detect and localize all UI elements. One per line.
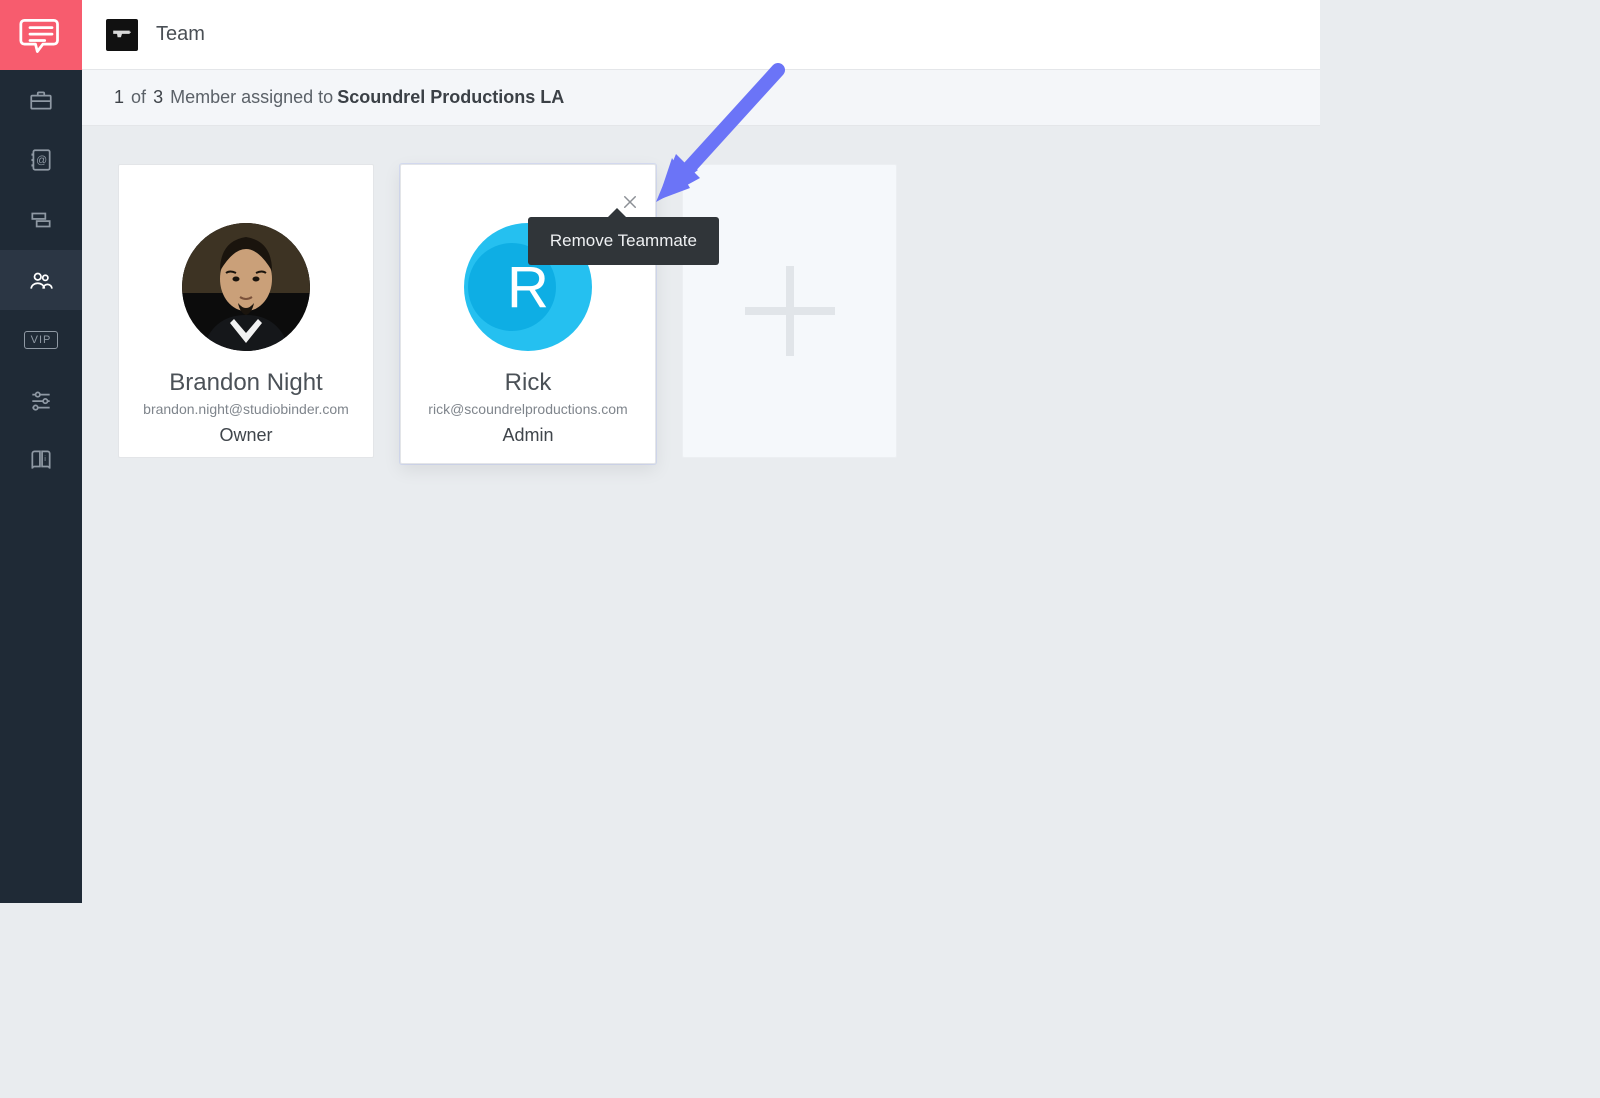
add-teammate-card[interactable] — [682, 164, 897, 458]
address-book-icon: @ — [28, 147, 54, 173]
chat-bubble-icon — [19, 13, 63, 57]
member-email: rick@scoundrelproductions.com — [428, 401, 627, 417]
avatar-photo — [182, 223, 310, 351]
member-card[interactable]: Remove Teammate R Rick rick@scoundrelpro… — [400, 164, 656, 464]
sidebar-item-templates[interactable] — [0, 190, 82, 250]
people-icon — [28, 267, 54, 293]
project-thumbnail[interactable] — [106, 19, 138, 51]
subheader: 1 of 3 Member assigned to Scoundrel Prod… — [82, 70, 1320, 126]
plus-icon — [745, 266, 835, 356]
book-icon: i — [28, 447, 54, 473]
svg-text:i: i — [44, 454, 46, 463]
svg-text:@: @ — [36, 154, 47, 166]
sidebar-item-team[interactable] — [0, 250, 82, 310]
member-email: brandon.night@studiobinder.com — [143, 401, 349, 417]
member-role: Admin — [502, 425, 553, 446]
main-content: Brandon Night brandon.night@studiobinder… — [82, 126, 1320, 903]
member-count-current: 1 — [114, 87, 124, 108]
member-card[interactable]: Brandon Night brandon.night@studiobinder… — [118, 164, 374, 458]
member-name: Rick — [505, 369, 552, 397]
remove-teammate-tooltip: Remove Teammate — [528, 217, 719, 265]
briefcase-icon — [28, 87, 54, 113]
assigned-label: Member assigned to — [170, 87, 333, 108]
sidebar-item-settings[interactable] — [0, 370, 82, 430]
gun-icon — [111, 28, 133, 42]
member-name: Brandon Night — [169, 369, 322, 397]
sidebar-item-vip[interactable]: VIP — [0, 310, 82, 370]
member-count-total: 3 — [153, 87, 163, 108]
page-title: Team — [156, 23, 205, 46]
sidebar-item-docs[interactable]: i — [0, 430, 82, 490]
company-name: Scoundrel Productions LA — [337, 87, 564, 108]
of-label: of — [131, 87, 146, 108]
sliders-icon — [28, 387, 54, 413]
sidebar-item-contacts[interactable]: @ — [0, 130, 82, 190]
sidebar-item-projects[interactable] — [0, 70, 82, 130]
page-header: Team — [82, 0, 1320, 70]
app-logo[interactable] — [0, 0, 82, 70]
vip-icon: VIP — [24, 331, 59, 349]
team-cards: Brandon Night brandon.night@studiobinder… — [118, 164, 1284, 464]
member-role: Owner — [219, 425, 272, 446]
blocks-icon — [28, 207, 54, 233]
sidebar: @ VIP — [0, 0, 82, 903]
sidebar-nav: @ VIP — [0, 70, 82, 490]
